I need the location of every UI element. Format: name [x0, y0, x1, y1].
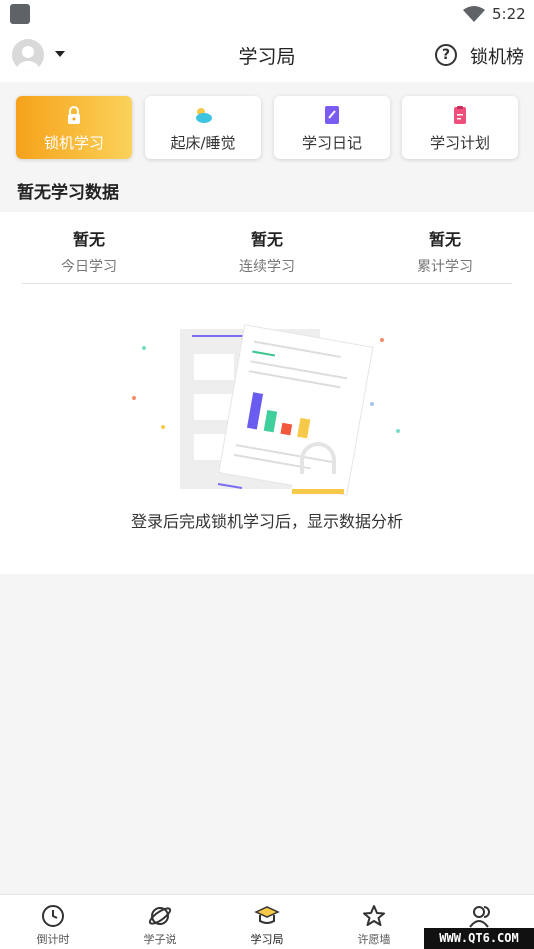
tab-study-diary[interactable]: 学习日记	[274, 96, 390, 159]
tab-wake-sleep[interactable]: 起床/睡觉	[145, 96, 261, 159]
stats-panel: 暂无 今日学习 暂无 连续学习 暂无 累计学习 登录后完成锁机学习后，显示数据分…	[0, 212, 534, 574]
nav-label: 倒计时	[36, 933, 70, 946]
tab-label: 起床/睡觉	[170, 134, 236, 152]
nav-item-wish-wall[interactable]: 许愿墙	[334, 903, 414, 947]
graduation-cap-icon	[254, 906, 280, 924]
stat-label: 累计学习	[417, 259, 473, 275]
tab-label: 锁机学习	[43, 134, 104, 152]
stat-value: 暂无	[250, 230, 283, 249]
clock-icon	[42, 905, 64, 927]
stat-label: 今日学习	[61, 259, 117, 275]
users-icon	[469, 906, 490, 928]
stat-label: 连续学习	[239, 259, 295, 275]
help-icon[interactable]: ?	[435, 44, 457, 66]
app-header: 学习局 ? 锁机榜	[0, 28, 534, 82]
status-time: 5:22	[492, 5, 526, 23]
nav-label: 许愿墙	[357, 933, 391, 946]
empty-state-illustration	[132, 324, 400, 496]
star-icon	[363, 905, 385, 926]
nav-label: 学习局	[250, 933, 284, 946]
stat-total: 暂无 累计学习	[365, 226, 525, 276]
tab-lock-study[interactable]: 锁机学习	[16, 96, 132, 159]
weather-icon	[196, 108, 212, 123]
nav-item-profile[interactable]	[441, 903, 521, 931]
divider	[22, 283, 512, 284]
nav-item-countdown[interactable]: 倒计时	[13, 903, 93, 947]
empty-state-text: 登录后完成锁机学习后，显示数据分析	[130, 512, 403, 531]
plan-icon	[454, 106, 466, 124]
lock-icon	[68, 106, 80, 124]
notification-icon	[10, 4, 30, 24]
tab-label: 学习日记	[301, 134, 362, 152]
feature-tabs: 锁机学习 起床/睡觉 学习日记 学习计划 暂无学习数据	[0, 82, 534, 212]
stat-streak: 暂无 连续学习	[187, 226, 347, 276]
status-bar: 5:22	[0, 0, 534, 28]
diary-icon	[325, 106, 339, 124]
nav-item-student-talk[interactable]: 学子说	[120, 903, 200, 947]
tab-study-plan[interactable]: 学习计划	[402, 96, 518, 159]
section-title: 暂无学习数据	[17, 183, 119, 203]
stat-today: 暂无 今日学习	[9, 226, 169, 276]
rank-link[interactable]: 锁机榜	[470, 43, 524, 69]
nav-item-study-room[interactable]: 学习局	[227, 903, 307, 947]
stat-value: 暂无	[72, 230, 105, 249]
nav-label: 学子说	[143, 933, 177, 946]
planet-icon	[148, 907, 172, 925]
watermark: WWW.QT6.COM	[424, 928, 534, 949]
tab-label: 学习计划	[429, 134, 490, 152]
wifi-icon	[463, 6, 485, 22]
stat-value: 暂无	[428, 230, 461, 249]
